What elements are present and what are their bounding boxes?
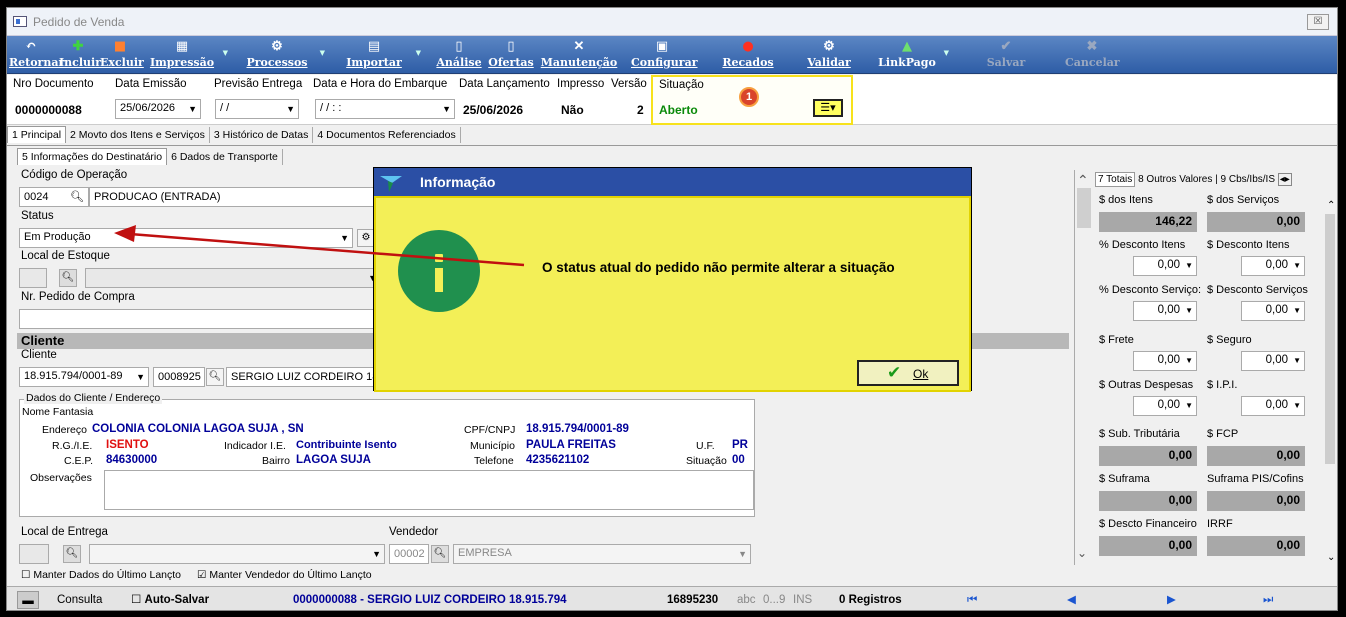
- screen-frame: Pedido de Venda ☒ ↶ Retornar ✚ Incluir ■ Ex…: [0, 0, 1346, 617]
- annotation-arrow: [114, 225, 525, 267]
